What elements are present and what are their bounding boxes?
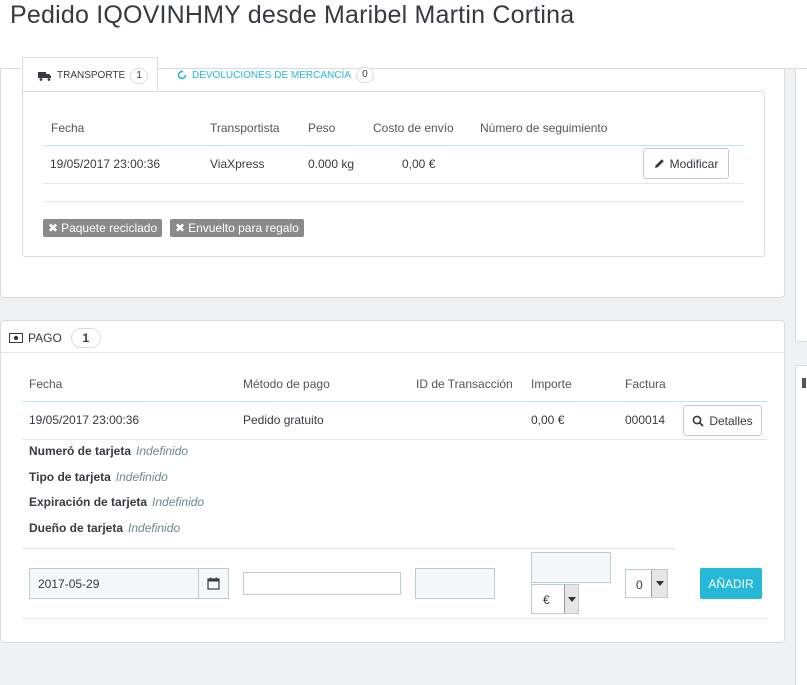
- currency-select[interactable]: €: [531, 584, 579, 614]
- modify-button-label: Modificar: [669, 156, 719, 171]
- tag-label: Paquete reciclado: [61, 221, 158, 235]
- modify-button[interactable]: Modificar: [643, 148, 729, 179]
- divider: [1, 352, 784, 353]
- tab-transporte[interactable]: Transporte 1: [22, 57, 158, 93]
- details-button[interactable]: Detalles: [683, 405, 762, 436]
- divider: [22, 401, 767, 402]
- invoice-select[interactable]: 0: [625, 569, 668, 598]
- divider: [22, 548, 676, 549]
- payment-amount: 0,00 €: [531, 413, 565, 427]
- shipping-date: 19/05/2017 23:00:36: [50, 157, 161, 171]
- recycled-package-tag: ✖ Paquete reciclado: [43, 219, 163, 237]
- page-title: Pedido IQOVINHMY desde Maribel Martin Co…: [10, 1, 575, 29]
- column-header: Fecha: [51, 121, 85, 135]
- payment-date-input[interactable]: 2017-05-29: [29, 568, 229, 599]
- column-header: Importe: [531, 377, 572, 391]
- invoice-value: 0: [636, 578, 643, 592]
- payment-heading-label: Pago: [28, 331, 62, 345]
- currency-value: €: [543, 593, 550, 607]
- amount-input[interactable]: [531, 552, 611, 583]
- gift-wrap-tag: ✖ Envuelto para regalo: [170, 219, 304, 237]
- tab-devoluciones[interactable]: Devoluciones de mercancía 0: [177, 57, 374, 93]
- info-icon: [802, 378, 806, 388]
- column-header: Costo de envío: [373, 121, 454, 135]
- pencil-icon: [654, 158, 665, 169]
- money-icon: [9, 333, 23, 343]
- tab-count-badge: 0: [355, 67, 374, 83]
- card-number-row: Numeró de tarjeta Indefinido: [29, 444, 188, 458]
- shipping-panel: Transporte 1 Devoluciones de mercancía 0…: [0, 57, 785, 298]
- refresh-icon: [177, 70, 187, 80]
- payment-method: Pedido gratuito: [243, 413, 324, 427]
- column-header: Peso: [308, 121, 336, 135]
- column-header: Fecha: [29, 377, 63, 391]
- shipping-tab-content: Fecha Transportista Peso Costo de envío …: [22, 91, 765, 257]
- side-panel: [795, 69, 807, 342]
- details-button-label: Detalles: [709, 413, 753, 428]
- column-header: ID de Transacción: [416, 377, 513, 391]
- side-panel: [795, 365, 807, 685]
- chevron-down-icon: [651, 570, 667, 597]
- payment-invoice: 000014: [625, 413, 666, 427]
- column-header: Número de seguimiento: [480, 121, 608, 135]
- column-header: Factura: [625, 377, 666, 391]
- payment-method-input[interactable]: [243, 572, 401, 595]
- card-value: Indefinido: [128, 521, 181, 535]
- payment-date: 19/05/2017 23:00:36: [29, 413, 140, 427]
- truck-icon: [38, 71, 52, 81]
- close-icon: ✖: [48, 221, 59, 235]
- date-value: 2017-05-29: [38, 577, 100, 591]
- card-expiry-row: Expiración de tarjeta Indefinido: [29, 495, 204, 509]
- divider: [22, 439, 767, 440]
- divider: [43, 201, 744, 202]
- chevron-down-icon: [564, 585, 578, 613]
- shipping-carrier: ViaXpress: [210, 157, 265, 171]
- card-value: Indefinido: [136, 444, 189, 458]
- divider: [22, 618, 767, 619]
- card-type-row: Tipo de tarjeta Indefinido: [29, 470, 168, 484]
- payment-count-badge: 1: [70, 328, 101, 348]
- card-label: Expiración de tarjeta: [29, 495, 148, 509]
- divider: [43, 145, 744, 146]
- card-value: Indefinido: [115, 470, 168, 484]
- card-label: Numeró de tarjeta: [29, 444, 132, 458]
- shipping-weight: 0.000 kg: [308, 157, 355, 171]
- search-icon: [692, 415, 704, 427]
- tab-count-badge: 1: [130, 67, 149, 84]
- column-header: Método de pago: [243, 377, 330, 391]
- card-holder-row: Dueño de tarjeta Indefinido: [29, 521, 180, 535]
- tag-label: Envuelto para regalo: [188, 221, 299, 235]
- shipping-cost: 0,00 €: [402, 157, 436, 171]
- transaction-id-input[interactable]: [415, 568, 495, 599]
- tab-label: Transporte: [57, 70, 126, 81]
- divider: [43, 183, 744, 184]
- payment-heading: Pago 1: [9, 327, 101, 349]
- tab-label: Devoluciones de mercancía: [192, 69, 351, 81]
- card-label: Tipo de tarjeta: [29, 470, 111, 484]
- calendar-icon[interactable]: [198, 569, 228, 598]
- payment-panel: Pago 1 Fecha Método de pago ID de Transa…: [0, 320, 785, 643]
- card-value: Indefinido: [152, 495, 205, 509]
- close-icon: ✖: [175, 221, 186, 235]
- add-payment-button[interactable]: Añadir: [700, 568, 762, 599]
- column-header: Transportista: [210, 121, 280, 135]
- card-label: Dueño de tarjeta: [29, 521, 124, 535]
